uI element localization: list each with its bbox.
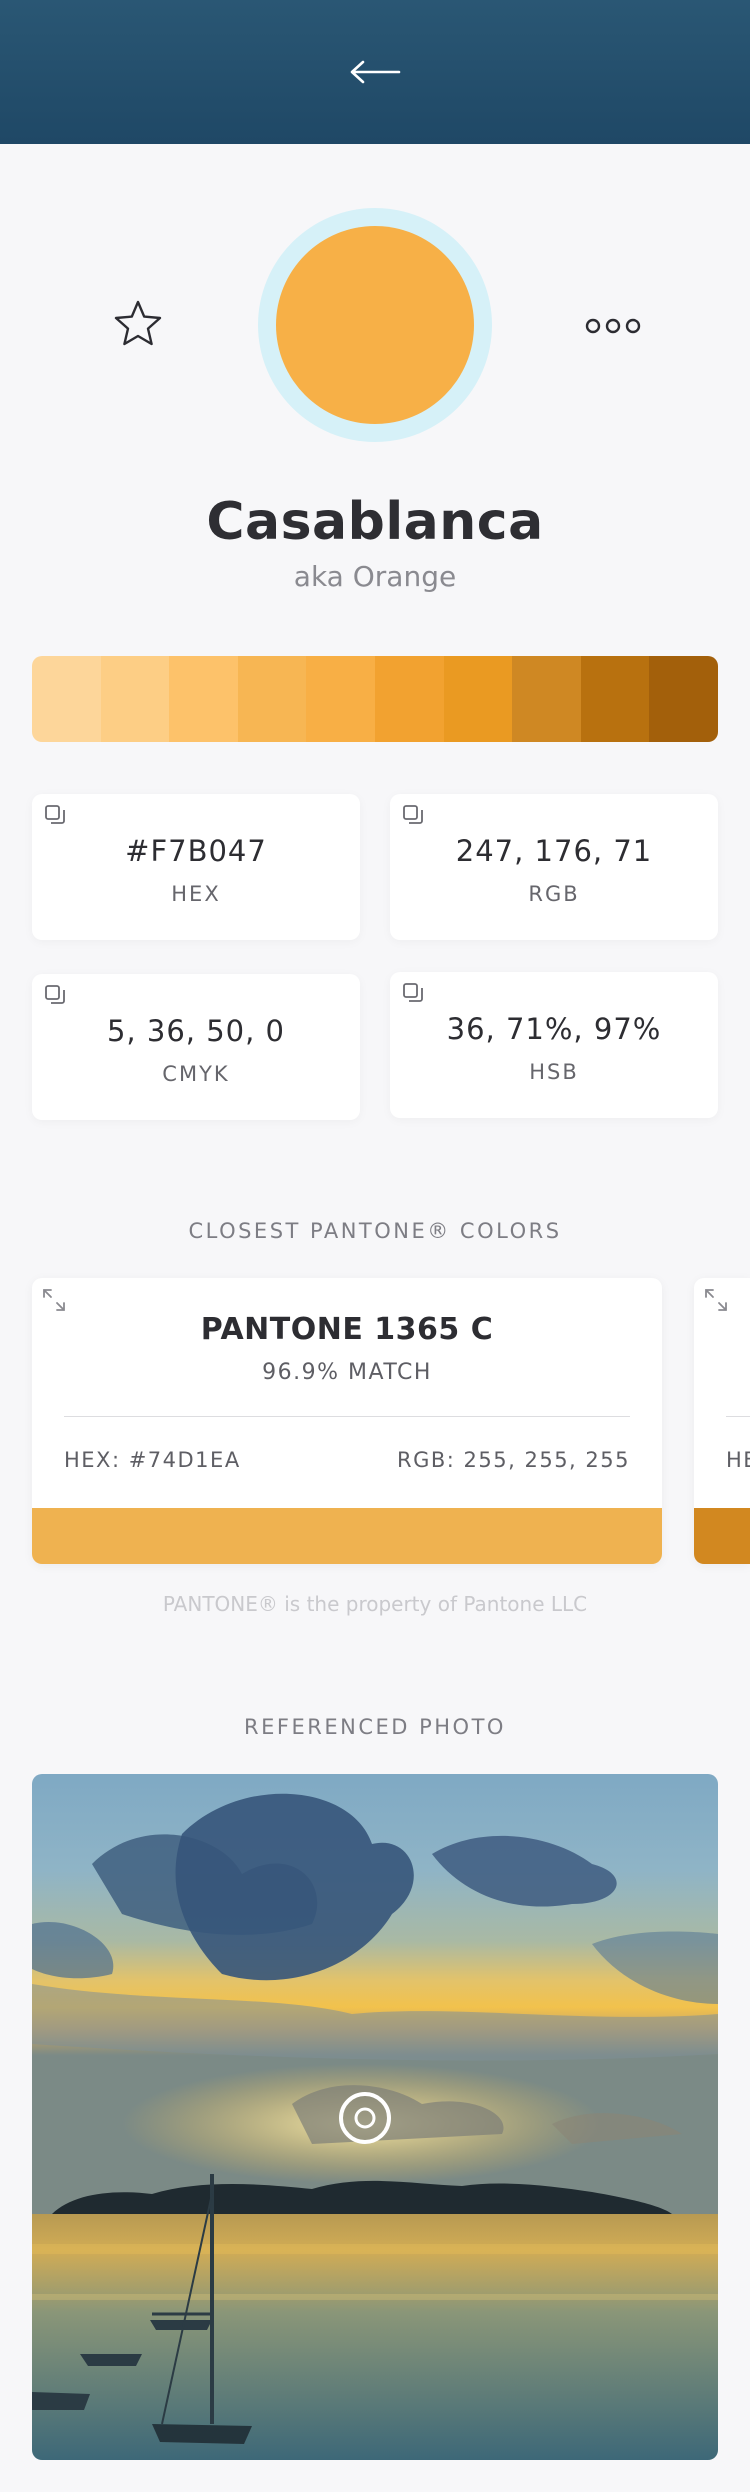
hex-card: #F7B047 HEX: [32, 794, 360, 940]
copy-icon[interactable]: [400, 980, 426, 1006]
hex-value: #F7B047: [125, 834, 267, 868]
cmyk-label: CMYK: [162, 1062, 230, 1086]
hsb-value: 36, 71%, 97%: [446, 1012, 662, 1046]
pantone-note: PANTONE® is the property of Pantone LLC: [162, 1592, 588, 1616]
photo-section-title: REFERENCED PHOTO: [244, 1715, 506, 1739]
shade-swatch[interactable]: [32, 656, 101, 742]
pantone-name: PANTONE 1365 C: [200, 1312, 494, 1347]
shade-swatch[interactable]: [374, 656, 444, 742]
rgb-label: RGB: [528, 882, 580, 906]
more-button[interactable]: [583, 310, 643, 342]
pantone-card[interactable]: PANTONE 1365 C 96.9% MATCH HEX: #74D1EA …: [32, 1278, 662, 1564]
pantone-color-bar: [32, 1508, 662, 1564]
expand-icon[interactable]: [40, 1286, 68, 1314]
shade-swatch[interactable]: [237, 656, 307, 742]
divider: [64, 1416, 630, 1417]
favorite-button[interactable]: [110, 296, 166, 352]
rgb-value: 247, 176, 71: [455, 834, 653, 868]
hex-label: HEX: [171, 882, 221, 906]
shade-strip: [32, 656, 718, 742]
color-swatch-fill: [276, 226, 474, 424]
shade-swatch[interactable]: [100, 656, 170, 742]
pantone-card[interactable]: HE: [694, 1278, 750, 1564]
arrow-left-icon: [350, 60, 401, 84]
color-swatch: [258, 208, 492, 442]
hsb-card: 36, 71%, 97% HSB: [390, 972, 718, 1118]
cmyk-card: 5, 36, 50, 0 CMYK: [32, 974, 360, 1120]
sunset-photo: [32, 1774, 718, 2460]
more-horizontal-icon: [585, 318, 641, 334]
pantone-section-title: CLOSEST PANTONE® COLORS: [188, 1219, 562, 1243]
copy-icon[interactable]: [400, 802, 426, 828]
shade-swatch[interactable]: [580, 656, 650, 742]
referenced-photo[interactable]: [32, 1774, 718, 2460]
copy-icon[interactable]: [42, 982, 68, 1008]
shade-swatch[interactable]: [443, 656, 513, 742]
color-alias: aka Orange: [293, 560, 457, 593]
header-bar: [0, 0, 750, 144]
pantone-hex: HEX: #74D1EA: [64, 1448, 241, 1472]
color-name: Casablanca: [206, 492, 544, 552]
pantone-rgb: RGB: 255, 255, 255: [397, 1448, 630, 1472]
back-button[interactable]: [342, 50, 408, 94]
shade-swatch[interactable]: [649, 656, 718, 742]
pantone-color-bar: [694, 1508, 750, 1564]
expand-icon[interactable]: [702, 1286, 730, 1314]
cmyk-value: 5, 36, 50, 0: [106, 1014, 285, 1048]
shade-swatch[interactable]: [169, 656, 238, 742]
shade-swatch[interactable]: [512, 656, 581, 742]
rgb-card: 247, 176, 71 RGB: [390, 794, 718, 940]
divider: [726, 1416, 750, 1417]
hsb-label: HSB: [529, 1060, 579, 1084]
shade-swatch[interactable]: [306, 656, 375, 742]
pantone-hex: HE: [726, 1448, 750, 1472]
copy-icon[interactable]: [42, 802, 68, 828]
pantone-match: 96.9% MATCH: [262, 1360, 432, 1385]
star-icon: [114, 300, 162, 346]
